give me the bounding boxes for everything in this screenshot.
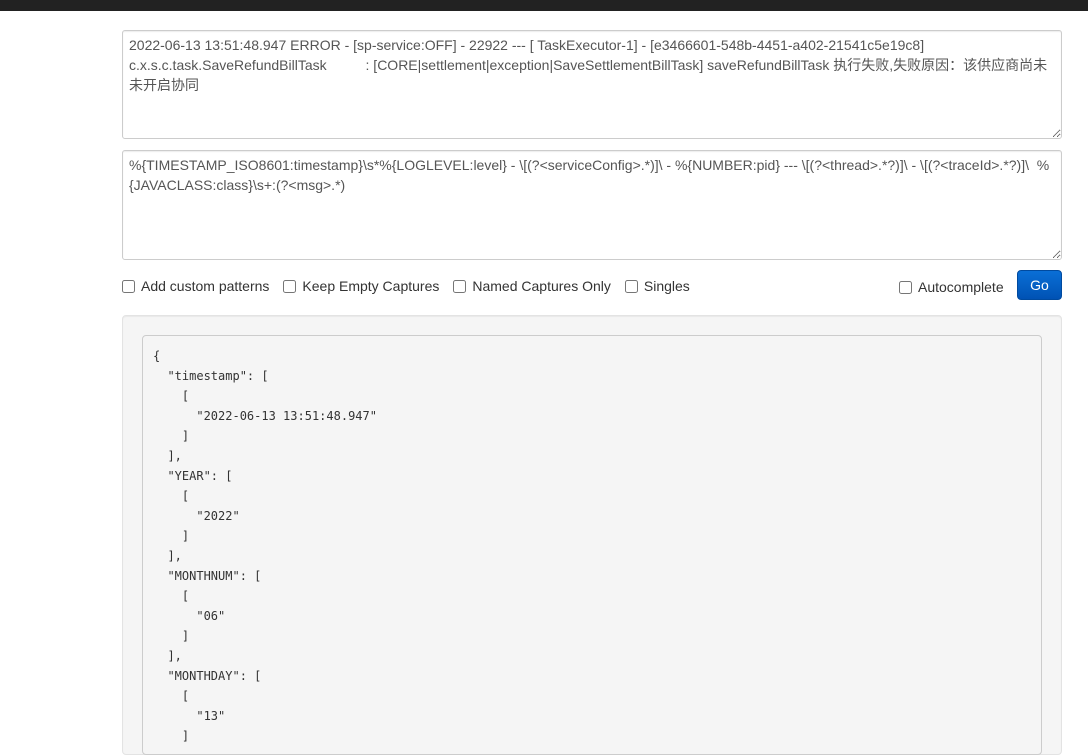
top-navbar: [0, 0, 1088, 11]
options-row: Add custom patterns Keep Empty Captures …: [122, 276, 704, 296]
result-line: "MONTHNUM": [: [153, 569, 262, 583]
singles-checkbox[interactable]: [624, 279, 638, 293]
singles-option[interactable]: Singles: [624, 278, 690, 294]
result-line: ]: [153, 729, 190, 743]
result-line: {: [153, 349, 161, 363]
result-line: ]: [153, 529, 190, 543]
keep-empty-captures-checkbox[interactable]: [283, 279, 297, 293]
result-line: "MONTHDAY": [: [153, 669, 262, 683]
autocomplete-option[interactable]: Autocomplete: [899, 279, 1004, 295]
named-captures-only-label: Named Captures Only: [472, 278, 611, 294]
log-input[interactable]: 2022-06-13 13:51:48.947 ERROR - [sp-serv…: [122, 30, 1062, 139]
result-line: "2022": [153, 509, 240, 523]
add-custom-patterns-checkbox[interactable]: [122, 279, 135, 293]
autocomplete-checkbox[interactable]: [899, 280, 912, 294]
go-button[interactable]: Go: [1017, 270, 1062, 300]
add-custom-patterns-option[interactable]: Add custom patterns: [122, 278, 269, 294]
keep-empty-captures-option[interactable]: Keep Empty Captures: [283, 278, 439, 294]
pattern-input[interactable]: %{TIMESTAMP_ISO8601:timestamp}\s*%{LOGLE…: [122, 150, 1062, 260]
result-line: "13": [153, 709, 226, 723]
result-line: "2022-06-13 13:51:48.947": [153, 409, 377, 423]
named-captures-only-checkbox[interactable]: [453, 279, 467, 293]
result-line: [: [153, 489, 190, 503]
result-line: "YEAR": [: [153, 469, 233, 483]
keep-empty-captures-label: Keep Empty Captures: [302, 278, 440, 294]
result-line: [: [153, 389, 190, 403]
result-line: ]: [153, 429, 190, 443]
result-line: ],: [153, 649, 182, 663]
result-output: { "timestamp": [ [ "2022-06-13 13:51:48.…: [142, 335, 1042, 755]
result-line: "06": [153, 609, 226, 623]
named-captures-only-option[interactable]: Named Captures Only: [453, 278, 611, 294]
singles-label: Singles: [643, 278, 690, 294]
result-line: ],: [153, 549, 182, 563]
result-line: "timestamp": [: [153, 369, 269, 383]
result-line: ],: [153, 449, 182, 463]
result-line: [: [153, 589, 190, 603]
result-line: ]: [153, 629, 190, 643]
autocomplete-label: Autocomplete: [918, 279, 1004, 295]
result-line: [: [153, 689, 190, 703]
add-custom-patterns-label: Add custom patterns: [141, 278, 270, 294]
